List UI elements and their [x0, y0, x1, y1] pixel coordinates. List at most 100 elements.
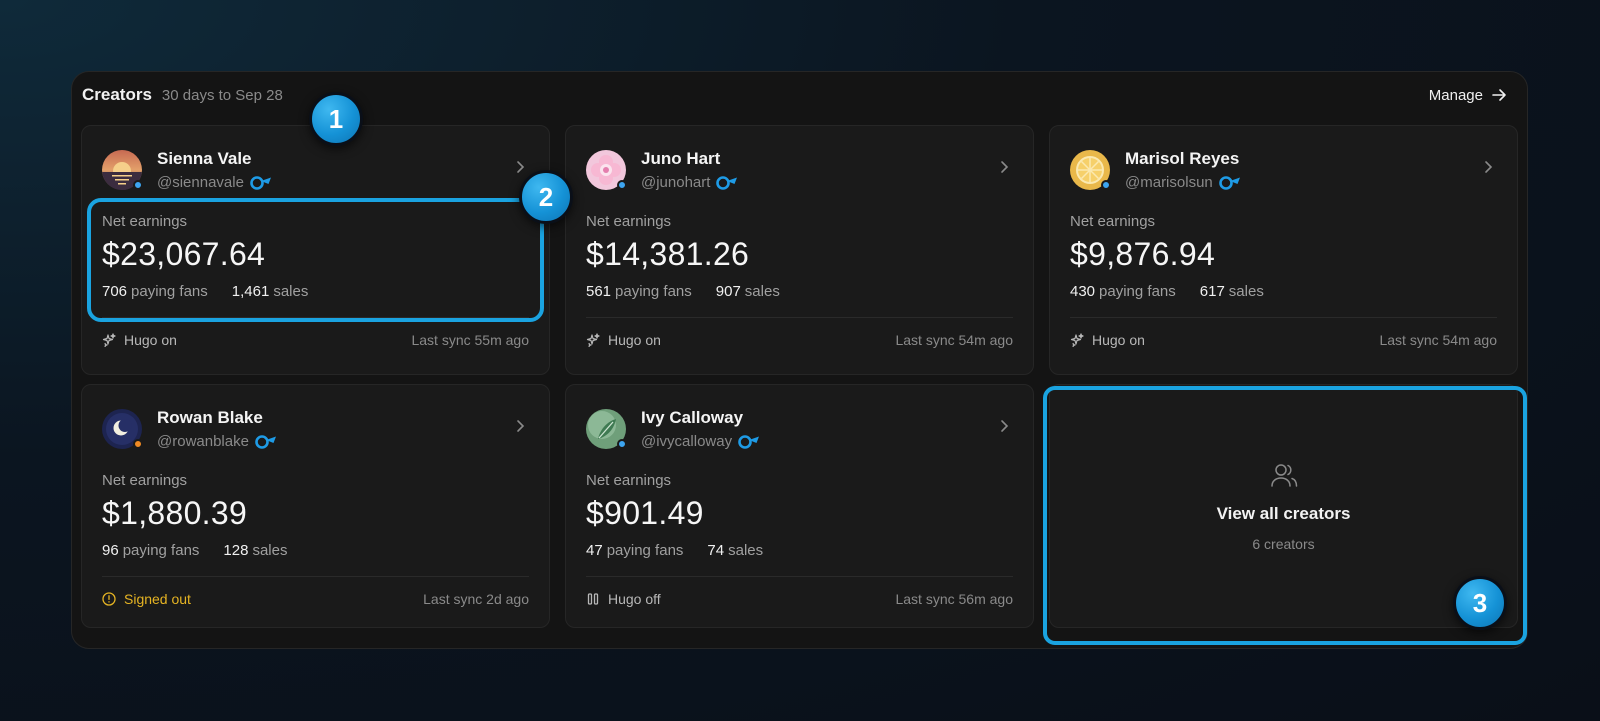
sales-count: 128 — [223, 542, 249, 559]
chevron-right-icon[interactable] — [513, 419, 527, 433]
hugo-status: Hugo on — [102, 332, 177, 348]
creator-card-rowan-blake[interactable]: Rowan Blake @rowanblake Net earnings $1,… — [81, 384, 550, 628]
hugo-status: Hugo off — [586, 591, 661, 607]
creator-handle: @siennavale — [157, 174, 244, 191]
status-dot — [1101, 180, 1111, 190]
creator-name: Rowan Blake — [157, 408, 263, 427]
chevron-right-icon[interactable] — [1481, 160, 1495, 174]
sales-count: 74 — [707, 542, 725, 559]
panel-title: Creators — [82, 85, 152, 104]
hugo-status-label: Hugo off — [608, 591, 661, 607]
paying-fans-count: 706 — [102, 283, 128, 300]
handle-row: @junohart — [641, 174, 738, 191]
creator-card-juno-hart[interactable]: Juno Hart @junohart Net earnings $14,381… — [565, 125, 1034, 375]
creator-name: Sienna Vale — [157, 149, 252, 168]
net-earnings-value: $1,880.39 — [102, 495, 248, 531]
annotation-badge-1: 1 — [309, 92, 363, 146]
avatar — [1070, 150, 1111, 190]
chevron-right-icon[interactable] — [997, 419, 1011, 433]
annotation-badge-2: 2 — [519, 170, 573, 224]
paying-fans-label: paying fans — [122, 542, 200, 559]
divider — [1070, 317, 1497, 318]
view-all-creators-card[interactable]: View all creators 6 creators — [1049, 384, 1518, 628]
chevron-right-icon[interactable] — [997, 160, 1011, 174]
creator-name: Juno Hart — [641, 149, 721, 168]
hugo-status: Hugo on — [1070, 332, 1145, 348]
paying-fans-count: 47 — [586, 542, 603, 559]
handle-row: @rowanblake — [157, 433, 277, 450]
users-icon — [1270, 464, 1297, 487]
status-dot — [133, 180, 143, 190]
creator-card-ivy-calloway[interactable]: Ivy Calloway @ivycalloway Net earnings $… — [565, 384, 1034, 628]
avatar — [586, 409, 627, 449]
stats-row: 430 paying fans 617 sales — [1070, 283, 1264, 300]
platform-icon — [1218, 175, 1240, 190]
signed-out-status[interactable]: Signed out — [102, 591, 191, 607]
manage-button[interactable]: Manage — [1429, 87, 1507, 104]
annotation-badge-3: 3 — [1453, 576, 1507, 630]
paying-fans-label: paying fans — [615, 283, 692, 300]
net-earnings-value: $901.49 — [586, 495, 704, 531]
hugo-status-label: Hugo on — [608, 332, 661, 348]
sales-label: sales — [744, 283, 780, 300]
net-earnings-label: Net earnings — [1070, 213, 1156, 230]
platform-icon — [716, 175, 738, 190]
alert-circle-icon — [102, 592, 116, 606]
net-earnings-value: $14,381.26 — [586, 236, 750, 272]
sales-label: sales — [1228, 283, 1264, 300]
net-earnings-label: Net earnings — [586, 213, 672, 230]
stats-row: 561 paying fans 907 sales — [586, 283, 780, 300]
net-earnings-value: $23,067.64 — [102, 236, 266, 272]
hugo-status: Hugo on — [586, 332, 661, 348]
platform-icon — [738, 434, 760, 449]
net-earnings-label: Net earnings — [586, 472, 672, 489]
creator-name: Marisol Reyes — [1125, 149, 1240, 168]
divider — [102, 576, 529, 577]
last-sync: Last sync 54m ago — [895, 332, 1013, 348]
divider — [586, 576, 1013, 577]
platform-icon — [250, 175, 271, 190]
sales-count: 617 — [1199, 283, 1225, 300]
chevron-right-icon[interactable] — [513, 160, 527, 174]
pause-icon — [587, 593, 599, 605]
paying-fans-label: paying fans — [1099, 283, 1176, 300]
creator-card-marisol-reyes[interactable]: Marisol Reyes @marisolsun Net earnings $… — [1049, 125, 1518, 375]
hugo-status-label: Hugo on — [1092, 332, 1145, 348]
arrow-right-icon — [1492, 89, 1506, 101]
avatar — [586, 150, 627, 190]
last-sync: Last sync 55m ago — [411, 332, 529, 348]
last-sync: Last sync 54m ago — [1379, 332, 1497, 348]
platform-icon — [255, 434, 276, 449]
handle-row: @ivycalloway — [641, 433, 760, 450]
stats-row: 96 paying fans 128 sales — [102, 542, 287, 559]
avatar — [102, 150, 143, 190]
sales-label: sales — [252, 542, 288, 559]
avatar — [102, 409, 143, 449]
divider — [586, 317, 1013, 318]
paying-fans-count: 561 — [586, 283, 612, 300]
status-dot — [133, 439, 143, 449]
panel-header: Creators 30 days to Sep 28 Manage — [82, 84, 1507, 106]
creators-count: 6 creators — [1252, 536, 1315, 552]
creator-name: Ivy Calloway — [641, 408, 744, 427]
stats-row: 47 paying fans 74 sales — [586, 542, 763, 559]
status-dot — [617, 439, 627, 449]
sparkles-icon — [102, 333, 116, 347]
creator-card-sienna-vale[interactable]: Sienna Vale @siennavale Net earnings $23… — [81, 125, 550, 375]
view-all-label: View all creators — [1216, 504, 1351, 523]
paying-fans-label: paying fans — [131, 283, 208, 300]
net-earnings-label: Net earnings — [102, 472, 188, 489]
manage-label: Manage — [1428, 86, 1483, 104]
paying-fans-count: 96 — [102, 542, 119, 559]
creator-handle: @marisolsun — [1125, 174, 1213, 191]
paying-fans-label: paying fans — [606, 542, 684, 559]
status-dot — [617, 180, 627, 190]
handle-row: @marisolsun — [1125, 174, 1241, 191]
stats-row: 706 paying fans 1,461 sales — [102, 283, 308, 300]
creator-handle: @ivycalloway — [641, 433, 733, 450]
sales-label: sales — [273, 283, 309, 300]
sparkles-icon — [1070, 333, 1084, 347]
hugo-status-label: Hugo on — [124, 332, 177, 348]
sales-label: sales — [728, 542, 764, 559]
last-sync: Last sync 2d ago — [423, 591, 529, 607]
